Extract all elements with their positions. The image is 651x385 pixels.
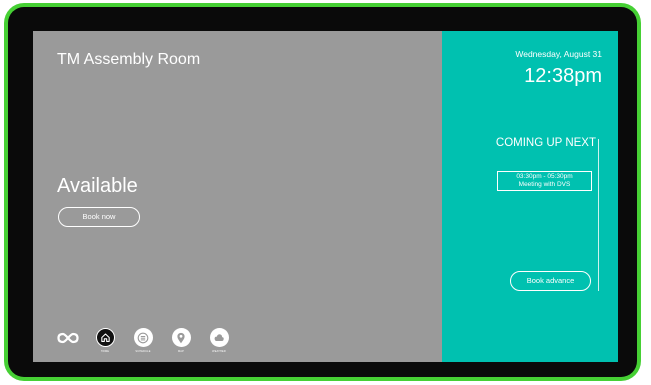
nav-schedule-label: SCHEDULE	[135, 350, 151, 353]
schedule-icon	[137, 332, 149, 343]
nav-map-button[interactable]	[171, 328, 191, 347]
room-status: Available	[57, 175, 138, 197]
home-icon	[100, 333, 110, 342]
room-display-screen: TM Assembly Room Available Book now HOME	[33, 31, 618, 362]
nav-schedule[interactable]: SCHEDULE	[128, 328, 158, 353]
map-pin-icon	[177, 332, 185, 343]
timeline-divider	[598, 139, 599, 291]
nav-weather[interactable]: WEATHER	[204, 328, 234, 353]
upcoming-event-card[interactable]: 03:30pm - 05:30pm Meeting with DVS	[497, 171, 592, 191]
nav-weather-label: WEATHER	[212, 350, 226, 353]
nav-home-label: HOME	[100, 350, 110, 353]
book-now-button[interactable]: Book now	[58, 207, 140, 227]
current-time: 12:38pm	[524, 65, 602, 87]
current-date: Wednesday, August 31	[515, 49, 602, 59]
infinity-logo-icon	[57, 332, 79, 344]
nav-home-button[interactable]	[95, 328, 115, 347]
nav-weather-button[interactable]	[209, 328, 229, 347]
nav-map[interactable]: MAP	[166, 328, 196, 353]
book-advance-button[interactable]: Book advance	[510, 271, 591, 291]
schedule-panel: Wednesday, August 31 12:38pm COMING UP N…	[442, 31, 618, 362]
nav-map-label: MAP	[177, 350, 185, 353]
coming-up-next-title: COMING UP NEXT	[495, 137, 596, 149]
weather-icon	[214, 333, 224, 341]
event-title: Meeting with DVS	[518, 181, 571, 188]
nav-home[interactable]: HOME	[90, 328, 120, 353]
event-time-range: 03:30pm - 05:30pm	[516, 173, 573, 180]
nav-schedule-button[interactable]	[133, 328, 153, 347]
availability-panel: TM Assembly Room Available Book now HOME	[33, 31, 442, 362]
room-name: TM Assembly Room	[57, 51, 201, 68]
